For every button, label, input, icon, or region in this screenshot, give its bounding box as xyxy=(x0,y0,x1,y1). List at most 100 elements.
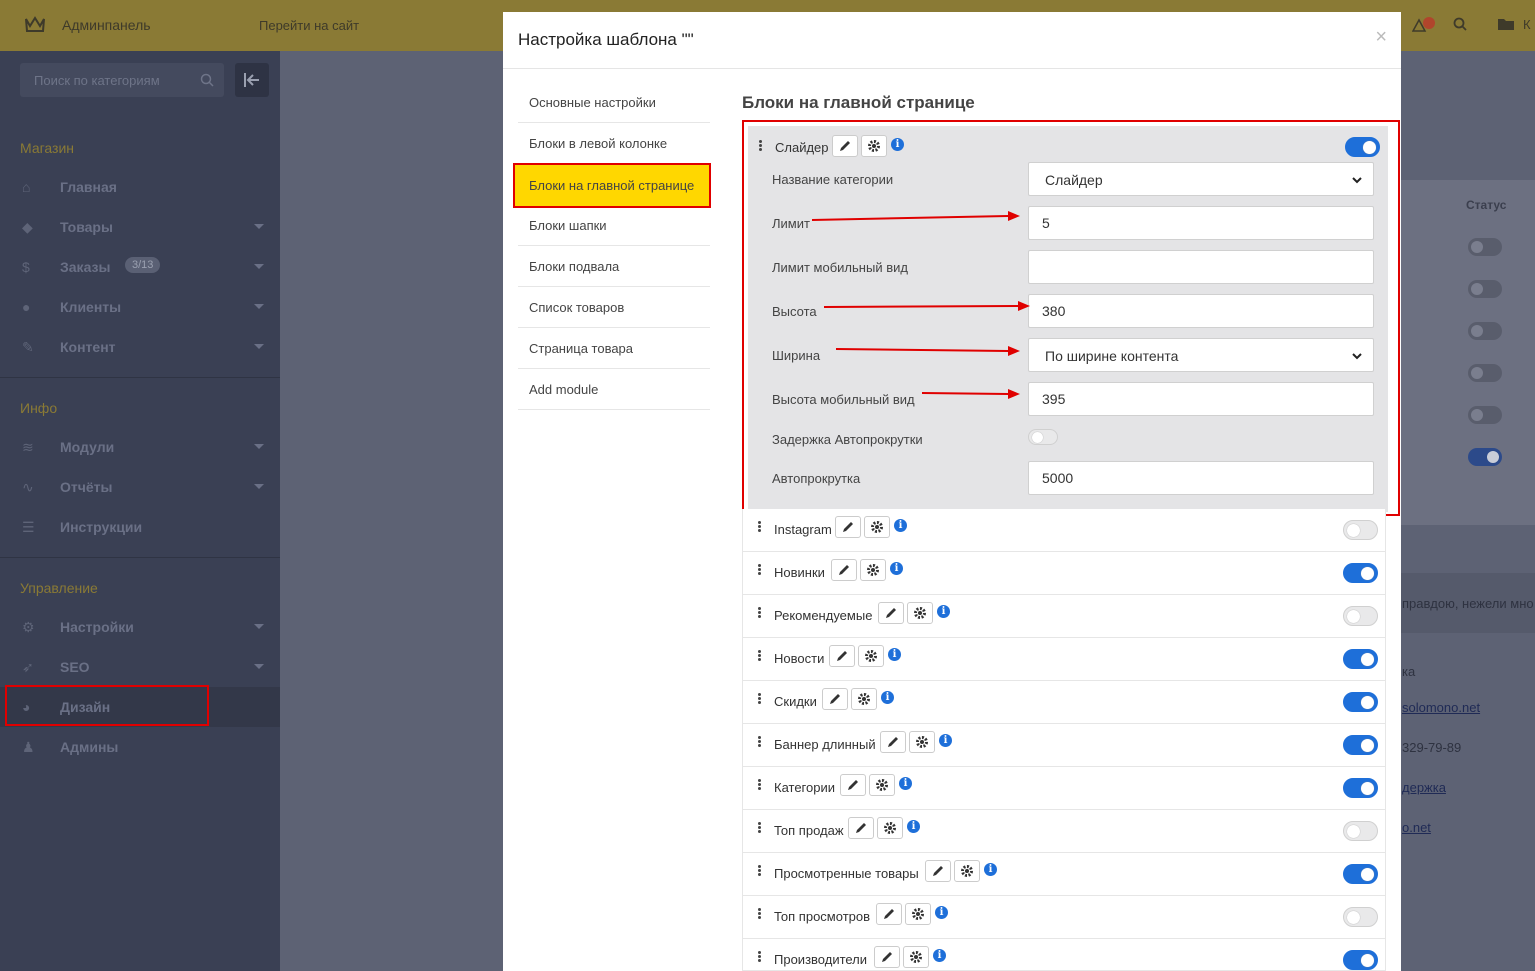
block-enable-toggle[interactable] xyxy=(1343,735,1378,755)
edit-button[interactable] xyxy=(878,602,904,624)
settings-button[interactable] xyxy=(860,559,886,581)
edit-button[interactable] xyxy=(831,559,857,581)
info-icon[interactable]: i xyxy=(888,648,901,661)
edit-button[interactable] xyxy=(840,774,866,796)
brand-title[interactable]: Админпанель xyxy=(62,17,151,33)
height-mobile-input[interactable] xyxy=(1028,382,1374,416)
settings-button[interactable] xyxy=(858,645,884,667)
settings-button[interactable] xyxy=(909,731,935,753)
settings-button[interactable] xyxy=(864,516,890,538)
info-icon[interactable]: i xyxy=(890,562,903,575)
sidebar-item-admins[interactable]: ♟ Админы xyxy=(0,727,280,767)
block-enable-toggle[interactable] xyxy=(1343,520,1378,540)
background-link[interactable]: держка xyxy=(1402,780,1446,795)
drag-handle-icon[interactable] xyxy=(758,693,762,705)
background-toggle[interactable] xyxy=(1468,280,1502,298)
folder-icon[interactable] xyxy=(1497,17,1515,34)
edit-button[interactable] xyxy=(876,903,902,925)
background-toggle[interactable] xyxy=(1468,448,1502,466)
sidebar-item-guides[interactable]: ☰ Инструкции xyxy=(0,507,280,547)
block-enable-toggle[interactable] xyxy=(1343,950,1378,970)
close-icon[interactable]: × xyxy=(1375,26,1387,49)
sidebar-item-orders[interactable]: $ Заказы 3/13 xyxy=(0,247,280,287)
drag-handle-icon[interactable] xyxy=(758,650,762,662)
nav-item-main-settings[interactable]: Основные настройки xyxy=(518,82,710,123)
nav-item-home-page-blocks[interactable]: Блоки на главной странице xyxy=(513,163,711,208)
drag-handle-icon[interactable] xyxy=(758,607,762,619)
block-enable-toggle[interactable] xyxy=(1343,864,1378,884)
background-toggle[interactable] xyxy=(1468,406,1502,424)
settings-button[interactable] xyxy=(851,688,877,710)
sidebar-item-content[interactable]: ✎ Контент xyxy=(0,327,280,367)
block-enable-toggle[interactable] xyxy=(1343,692,1378,712)
drag-handle-icon[interactable] xyxy=(758,564,762,576)
background-link[interactable]: o.net xyxy=(1402,820,1431,835)
info-icon[interactable]: i xyxy=(899,777,912,790)
info-icon[interactable]: i xyxy=(907,820,920,833)
edit-button[interactable] xyxy=(835,516,861,538)
nav-item-header-blocks[interactable]: Блоки шапки xyxy=(518,205,710,246)
drag-handle-icon[interactable] xyxy=(758,822,762,834)
block-enable-toggle[interactable] xyxy=(1343,563,1378,583)
limit-input[interactable] xyxy=(1028,206,1374,240)
limit-mobile-input[interactable] xyxy=(1028,250,1374,284)
background-toggle[interactable] xyxy=(1468,322,1502,340)
drag-handle-icon[interactable] xyxy=(759,140,763,152)
goto-site-link[interactable]: Перейти на сайт xyxy=(259,18,359,33)
settings-button[interactable] xyxy=(905,903,931,925)
drag-handle-icon[interactable] xyxy=(758,736,762,748)
block-enable-toggle[interactable] xyxy=(1343,821,1378,841)
sidebar-search-input[interactable]: Поиск по категориям xyxy=(20,63,224,97)
edit-button[interactable] xyxy=(880,731,906,753)
info-icon[interactable]: i xyxy=(935,906,948,919)
info-icon[interactable]: i xyxy=(933,949,946,962)
settings-button[interactable] xyxy=(877,817,903,839)
edit-button[interactable] xyxy=(848,817,874,839)
info-icon[interactable]: i xyxy=(937,605,950,618)
edit-button[interactable] xyxy=(822,688,848,710)
drag-handle-icon[interactable] xyxy=(758,779,762,791)
edit-button[interactable] xyxy=(829,645,855,667)
background-toggle[interactable] xyxy=(1468,238,1502,256)
block-enable-toggle[interactable] xyxy=(1343,778,1378,798)
settings-button[interactable] xyxy=(861,135,887,157)
nav-item-footer-blocks[interactable]: Блоки подвала xyxy=(518,246,710,287)
notification-icon[interactable] xyxy=(1411,17,1436,36)
sidebar-item-clients[interactable]: ● Клиенты xyxy=(0,287,280,327)
topbar-cut-label[interactable]: К xyxy=(1523,17,1531,32)
sidebar-item-seo[interactable]: ➶ SEO xyxy=(0,647,280,687)
info-icon[interactable]: i xyxy=(894,519,907,532)
slider-enable-toggle[interactable] xyxy=(1345,137,1380,157)
sidebar-item-products[interactable]: ◆ Товары xyxy=(0,207,280,247)
autoscroll-input[interactable] xyxy=(1028,461,1374,495)
info-icon[interactable]: i xyxy=(939,734,952,747)
width-select[interactable]: По ширине контента xyxy=(1028,338,1374,372)
search-icon[interactable] xyxy=(1453,17,1467,34)
nav-item-add-module[interactable]: Add module xyxy=(518,369,710,410)
settings-button[interactable] xyxy=(907,602,933,624)
background-link[interactable]: solomono.net xyxy=(1402,700,1480,715)
nav-item-product-page[interactable]: Страница товара xyxy=(518,328,710,369)
info-icon[interactable]: i xyxy=(984,863,997,876)
settings-button[interactable] xyxy=(903,946,929,968)
background-toggle[interactable] xyxy=(1468,364,1502,382)
sidebar-item-home[interactable]: ⌂ Главная xyxy=(0,167,280,207)
drag-handle-icon[interactable] xyxy=(758,865,762,877)
settings-button[interactable] xyxy=(954,860,980,882)
drag-handle-icon[interactable] xyxy=(758,951,762,963)
autoscroll-delay-toggle[interactable] xyxy=(1028,429,1058,445)
sidebar-collapse-button[interactable] xyxy=(235,63,269,97)
info-icon[interactable]: i xyxy=(881,691,894,704)
category-name-select[interactable]: Слайдер xyxy=(1028,162,1374,196)
drag-handle-icon[interactable] xyxy=(758,908,762,920)
edit-button[interactable] xyxy=(874,946,900,968)
settings-button[interactable] xyxy=(869,774,895,796)
block-enable-toggle[interactable] xyxy=(1343,606,1378,626)
height-input[interactable] xyxy=(1028,294,1374,328)
sidebar-item-reports[interactable]: ∿ Отчёты xyxy=(0,467,280,507)
block-enable-toggle[interactable] xyxy=(1343,649,1378,669)
edit-button[interactable] xyxy=(832,135,858,157)
nav-item-product-list[interactable]: Список товаров xyxy=(518,287,710,328)
sidebar-item-settings[interactable]: ⚙ Настройки xyxy=(0,607,280,647)
info-icon[interactable]: i xyxy=(891,138,904,151)
